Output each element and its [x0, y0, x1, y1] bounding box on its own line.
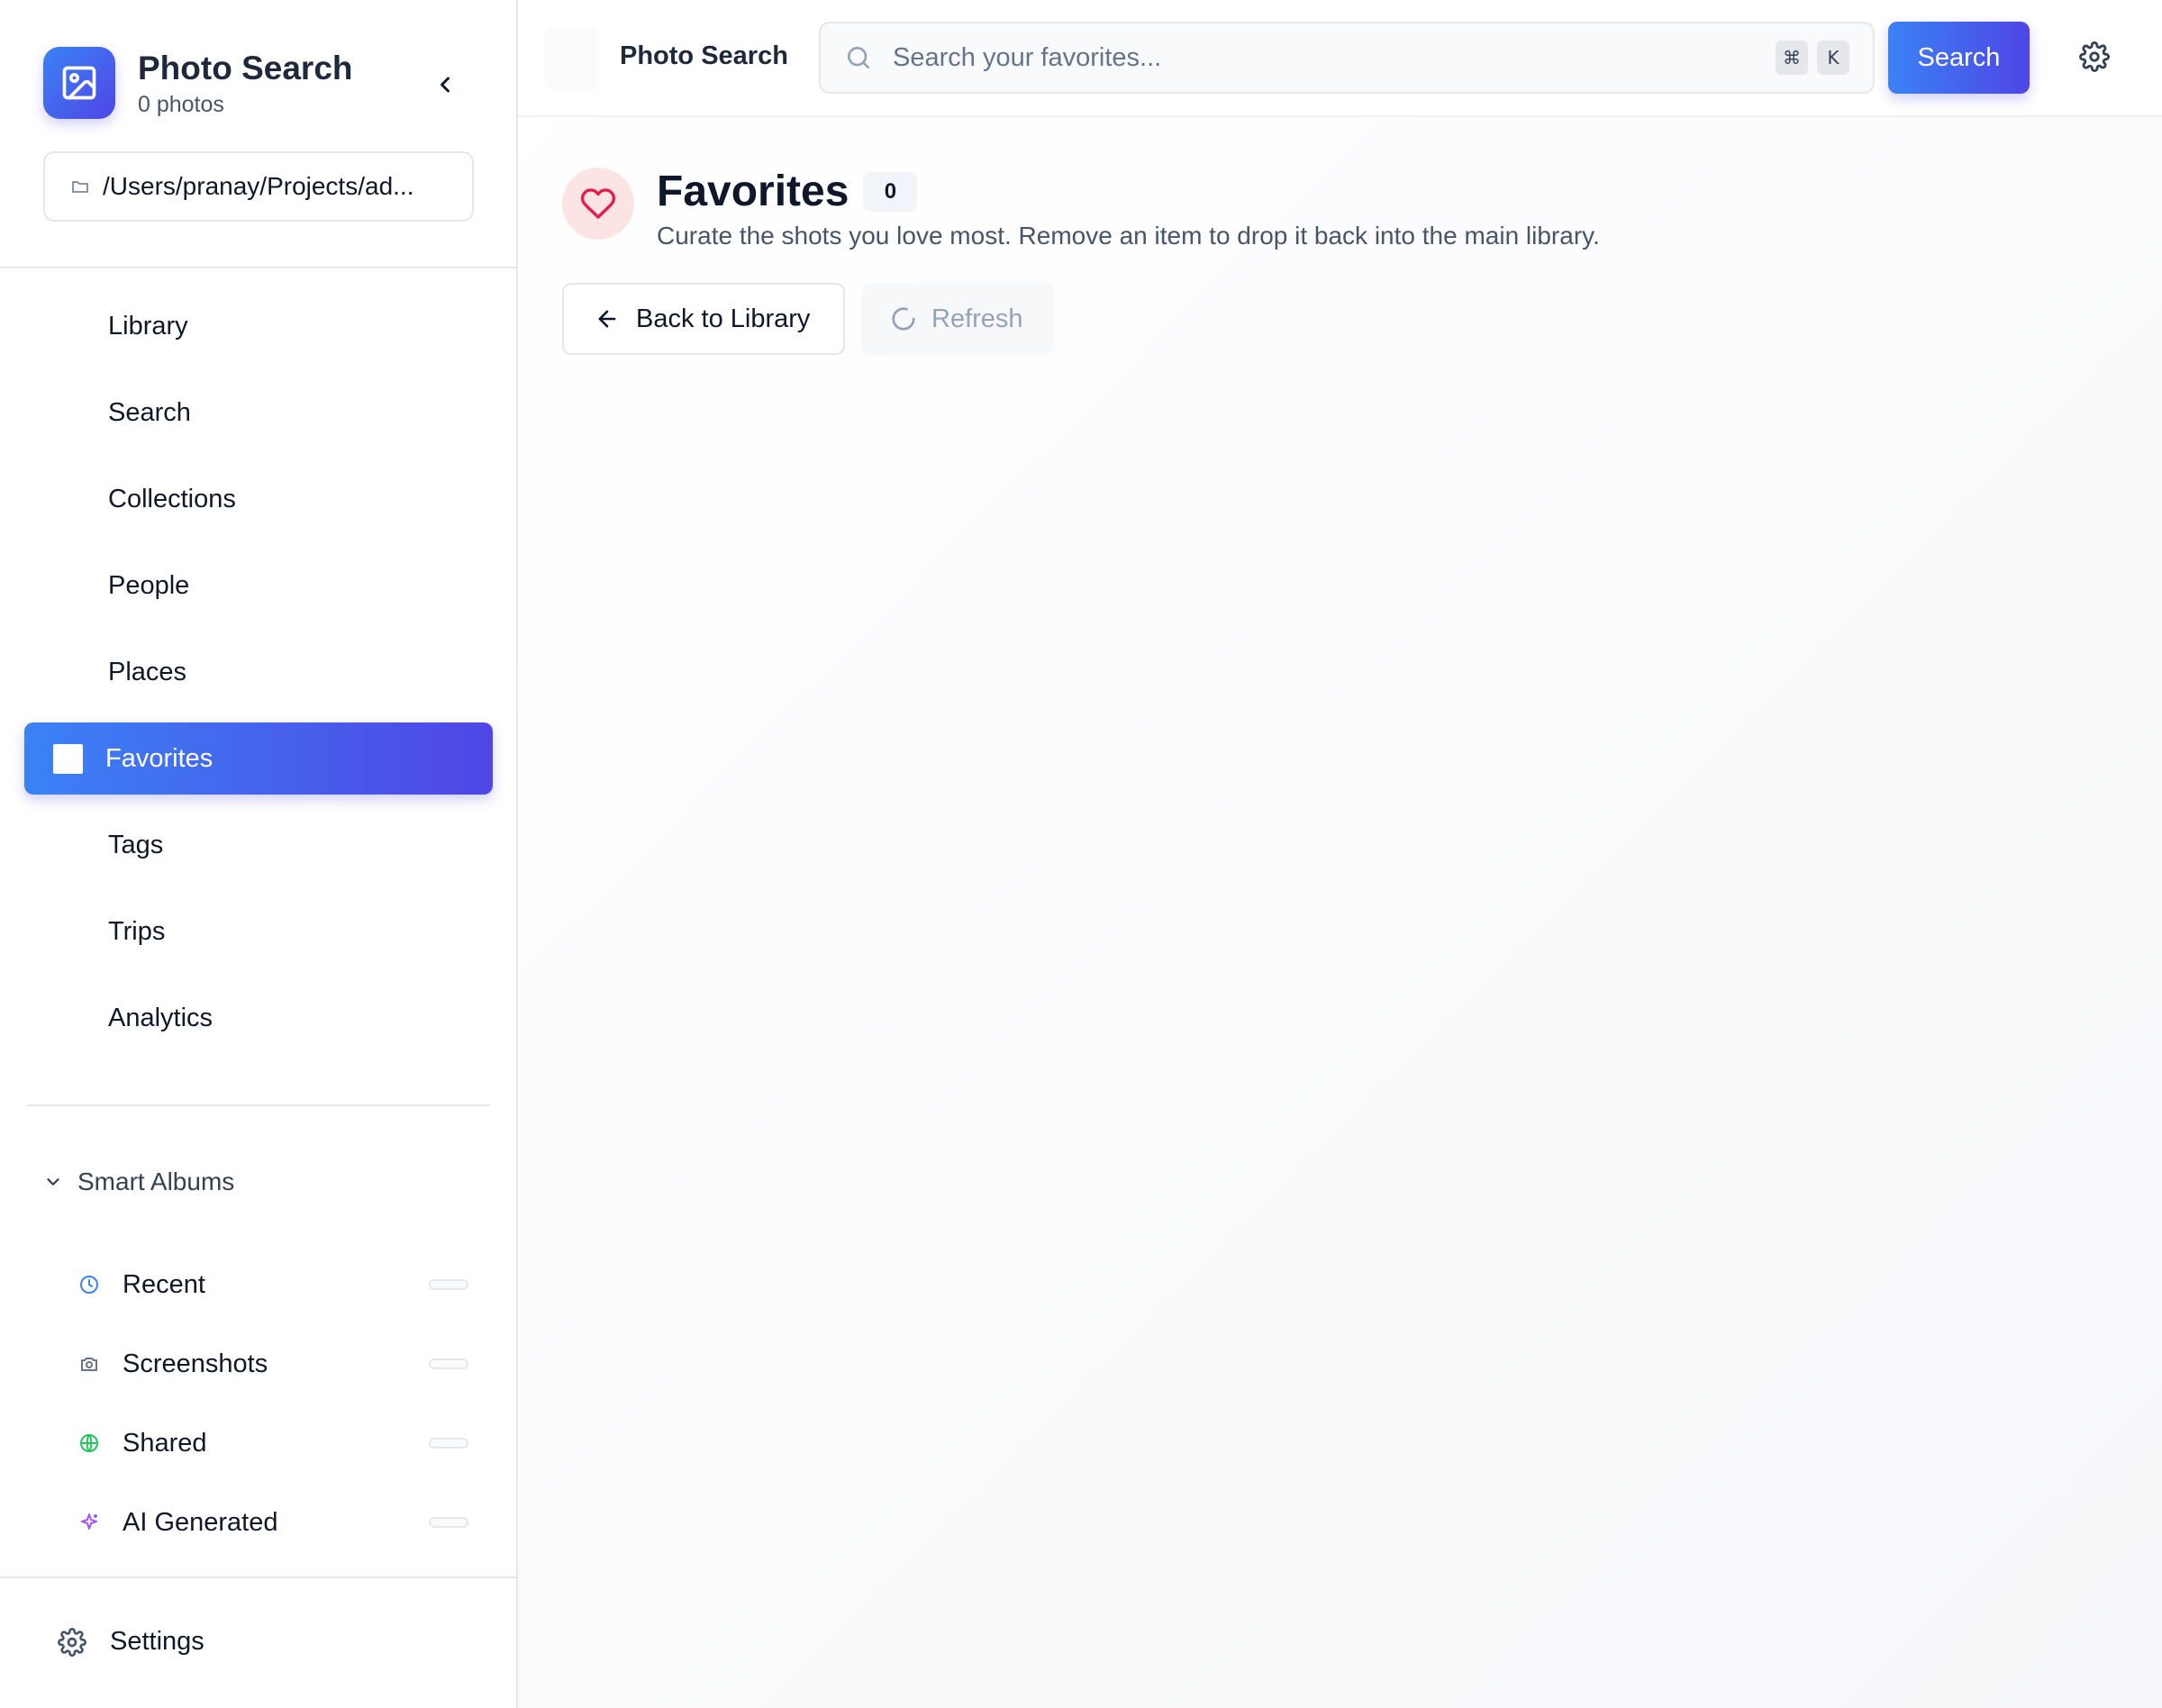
- sidebar-item-label: Collections: [108, 484, 236, 513]
- back-to-library-button[interactable]: Back to Library: [562, 283, 845, 355]
- photo-count: 0 photos: [138, 91, 224, 117]
- sidebar-item-label: Trips: [108, 916, 166, 946]
- sidebar-item-analytics[interactable]: Analytics: [24, 982, 493, 1054]
- sidebar-item-collections[interactable]: Collections: [24, 463, 493, 535]
- main-content: Photo Search ⌘ K Search Favorite: [518, 0, 2162, 1708]
- favorites-count-badge: 0: [863, 172, 918, 212]
- camera-icon: [76, 1350, 103, 1377]
- arrow-left-icon: [598, 310, 616, 328]
- page-actions: Back to Library Refresh: [562, 283, 1054, 355]
- sidebar: Photo Search 0 photos /Users/pranay/Proj…: [0, 0, 518, 1708]
- shortcut-key-cmd: ⌘: [1776, 41, 1808, 75]
- sidebar-item-search[interactable]: Search: [24, 377, 493, 449]
- smart-album-label: Screenshots: [123, 1349, 268, 1378]
- sidebar-item-label: Analytics: [108, 1003, 213, 1032]
- smart-album-shared[interactable]: Shared: [76, 1404, 472, 1483]
- app-window: Photo Search 0 photos /Users/pranay/Proj…: [0, 0, 2162, 1708]
- collapse-sidebar-button[interactable]: [429, 68, 461, 101]
- chevron-left-icon: [441, 77, 450, 93]
- library-path: /Users/pranay/Projects/ad...: [103, 172, 414, 200]
- sidebar-nav: Library Search Collections People Places…: [24, 290, 493, 1068]
- sidebar-item-label: People: [108, 570, 190, 600]
- smart-album-ai-generated[interactable]: AI Generated: [76, 1483, 472, 1562]
- settings-label: Settings: [110, 1627, 204, 1656]
- smart-album-count-badge: [429, 1517, 468, 1528]
- divider: [0, 267, 518, 268]
- smart-album-screenshots[interactable]: Screenshots: [76, 1324, 472, 1404]
- sidebar-item-label: Favorites: [105, 743, 213, 773]
- library-path-selector[interactable]: /Users/pranay/Projects/ad...: [43, 151, 474, 222]
- clock-icon: [76, 1271, 103, 1298]
- sidebar-item-settings[interactable]: Settings: [58, 1627, 204, 1657]
- divider: [0, 1576, 518, 1578]
- sidebar-item-tags[interactable]: Tags: [24, 809, 493, 881]
- search-input[interactable]: [893, 42, 1703, 73]
- shortcut-key-k: K: [1817, 41, 1849, 75]
- smart-album-label: Recent: [123, 1269, 205, 1299]
- sidebar-item-places[interactable]: Places: [24, 636, 493, 708]
- gear-icon: [2079, 41, 2110, 72]
- chevron-down-icon: [47, 1178, 59, 1186]
- smart-album-label: Shared: [123, 1428, 207, 1458]
- page-title: Favorites: [657, 168, 849, 215]
- refresh-button[interactable]: Refresh: [861, 283, 1054, 355]
- top-bar-title: Photo Search: [620, 41, 788, 70]
- sidebar-item-library[interactable]: Library: [24, 290, 493, 362]
- gear-icon: [58, 1627, 86, 1657]
- sidebar-item-label: Places: [108, 657, 187, 686]
- smart-albums-list: Recent Screenshots Shared AI Generated: [76, 1245, 472, 1562]
- smart-album-label: AI Generated: [123, 1507, 278, 1537]
- settings-button[interactable]: [2079, 41, 2112, 74]
- smart-album-count-badge: [429, 1279, 468, 1290]
- brand: Photo Search 0 photos: [43, 47, 353, 119]
- sidebar-item-favorites[interactable]: Favorites: [24, 722, 493, 795]
- image-icon: [43, 47, 115, 119]
- divider: [27, 1104, 490, 1106]
- heart-icon: [562, 168, 634, 240]
- folder-icon: [72, 181, 88, 193]
- refresh-label: Refresh: [931, 304, 1023, 333]
- globe-icon: [76, 1430, 103, 1457]
- search-bar: ⌘ K: [819, 22, 1875, 94]
- search-button[interactable]: Search: [1888, 22, 2030, 94]
- sidebar-item-people[interactable]: People: [24, 550, 493, 622]
- sidebar-item-label: Tags: [108, 830, 164, 859]
- search-icon: [848, 47, 869, 68]
- smart-album-count-badge: [429, 1358, 468, 1369]
- sparkles-icon: [76, 1509, 103, 1536]
- smart-album-recent[interactable]: Recent: [76, 1245, 472, 1324]
- loading-spinner-icon: [892, 307, 915, 331]
- smart-albums-header: Smart Albums: [77, 1167, 235, 1195]
- smart-albums-toggle[interactable]: Smart Albums: [43, 1167, 234, 1196]
- sidebar-item-label: Library: [108, 311, 188, 341]
- smart-album-count-badge: [429, 1438, 468, 1449]
- top-bar: Photo Search ⌘ K Search: [518, 0, 2162, 117]
- app-title: Photo Search: [138, 49, 353, 86]
- page-description: Curate the shots you love most. Remove a…: [657, 222, 1600, 250]
- back-to-library-label: Back to Library: [636, 304, 811, 333]
- app-logo: [545, 27, 599, 90]
- sidebar-item-trips[interactable]: Trips: [24, 895, 493, 968]
- sidebar-item-label: Search: [108, 397, 191, 427]
- favorites-icon: [53, 743, 83, 774]
- page-header: Favorites 0 Curate the shots you love mo…: [562, 168, 1600, 250]
